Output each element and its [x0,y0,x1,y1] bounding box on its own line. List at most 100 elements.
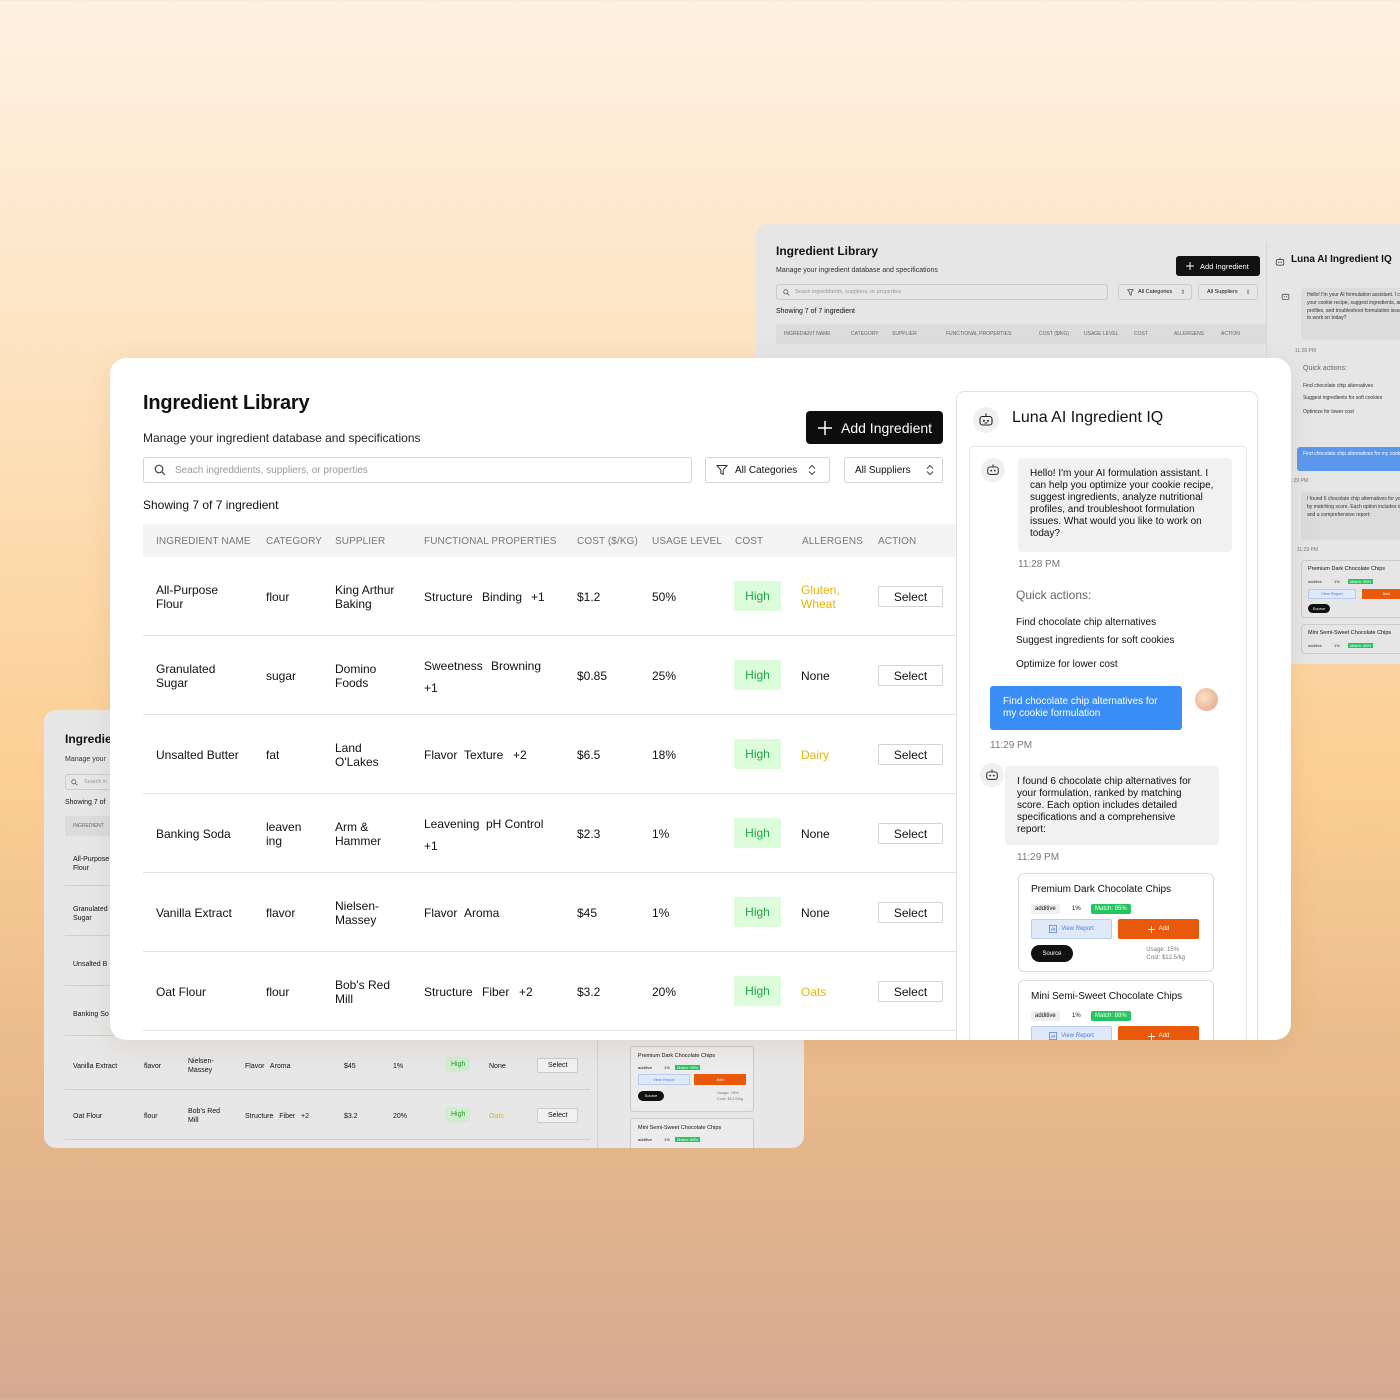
ingredient-name: Vanilla Extract [73,1063,118,1070]
bot-icon [980,763,1004,787]
bot-icon [1281,288,1290,306]
column-header-cost-per-kg: COST ($/KG) [577,536,638,547]
quick-action[interactable]: Find chocolate chip alternatives [1303,383,1373,389]
cost-per-kg: $3.2 [344,1113,358,1120]
product-category: additive [638,1065,652,1070]
source-button[interactable]: Source [1308,604,1330,613]
view-report-button[interactable]: View Report [1308,589,1356,599]
column-header: ALLERGENS [1174,331,1205,337]
column-header: INGREDIENT NAME [784,331,831,337]
add-button[interactable]: Add [1118,919,1199,939]
table-row: Vanilla Extract flavor Nielsen-Massey Fl… [143,873,957,952]
ingredient-name: Banking Soda [156,827,231,841]
select-button[interactable]: Select [878,902,943,923]
select-button[interactable]: Select [537,1108,579,1123]
property-tag: Structure [424,985,473,999]
search-input[interactable] [175,464,675,476]
select-button[interactable]: Select [878,823,943,844]
property-tag: Flavor [424,748,458,762]
usage-level: 25% [652,669,677,683]
property-tag: Binding [482,590,523,604]
match-badge: Match: 88% [1091,1011,1131,1021]
ai-chat-panel: Luna AI Ingredient IQ Hello! I'm your AI… [956,391,1258,1040]
column-header-properties: FUNCTIONAL PROPERTIES [424,536,557,547]
cost-level-badge: High [734,581,781,611]
supplier-filter[interactable]: All Suppliers ⇕ [1198,284,1258,300]
quick-actions-title: Quick actions: [1303,365,1347,372]
usage-level: 1% [393,1063,404,1070]
more-properties[interactable]: +1 [424,839,438,853]
chevron-updown-icon [926,464,934,476]
search-input[interactable]: Seach ingreddients, suppliers, or proper… [776,284,1108,300]
usage-level: 1% [652,906,670,920]
view-report-button[interactable]: View Report [638,1074,690,1085]
select-button[interactable]: Select [878,665,943,686]
select-button[interactable]: Select [878,981,943,1002]
column-header: COST [1134,331,1148,337]
cost-per-kg: $2.3 [577,827,601,841]
supplier-filter[interactable]: All Suppliers [844,457,943,483]
quick-action[interactable]: Suggest ingredients for soft cookies [1303,395,1382,401]
cost-level-badge: High [734,660,781,690]
add-button[interactable]: Add [1362,589,1400,599]
property-tag: Texture [464,748,504,762]
column-header: SUPPLIER [892,331,917,337]
product-card: Premium Dark Chocolate Chips additive 1%… [630,1046,754,1112]
supplier: Bob's Red Mill [188,1108,221,1124]
plus-icon [1186,262,1194,270]
select-button[interactable]: Select [878,586,943,607]
page-subtitle: Manage your ingredient database and spec… [776,267,938,274]
view-report-button[interactable]: View Report [1031,919,1112,939]
product-usage: 1% [1334,579,1340,584]
ingredient-name: Unsalted B [73,961,108,968]
search-icon [154,464,166,476]
match-badge: Match: 95% [675,1065,701,1070]
cost-level-badge: High [734,739,781,769]
cost-level-badge: High [446,1107,471,1122]
add-ingredient-button[interactable]: Add Ingredient [1176,256,1260,276]
quick-action[interactable]: Optimize for lower cost [1303,409,1354,415]
quick-action-soft-cookies[interactable]: Suggest ingredients for soft cookies [1016,635,1174,646]
cost-level-badge: High [734,976,781,1006]
view-report-button[interactable]: View Report [1031,1026,1112,1040]
assistant-message: I found 6 chocolate chip alternatives fo… [1005,766,1219,845]
product-category: additive [1308,579,1322,584]
add-button[interactable]: Add [694,1074,746,1085]
plus-icon [818,420,832,435]
more-properties[interactable]: +1 [424,681,438,695]
table-row: Banking Soda leaven ing Arm & Hammer Lea… [143,794,957,873]
select-button[interactable]: Select [878,744,943,765]
timestamp: 11:29 PM [990,740,1033,751]
category: flour [144,1113,158,1120]
search-field[interactable] [143,457,692,483]
more-properties[interactable]: +1 [531,590,545,604]
ingredient-name: Banking So [73,1011,109,1018]
column-header-action: ACTION [878,536,917,547]
source-button[interactable]: Source [638,1091,664,1101]
match-badge: Match: 88% [1348,643,1374,648]
quick-action-chocolate[interactable]: Find chocolate chip alternatives [1016,617,1156,628]
add-button[interactable]: Add [1118,1026,1199,1040]
allergens: Dairy [801,748,830,762]
usage-level: 20% [652,985,677,999]
more-properties[interactable]: +2 [513,748,527,762]
property-tag: Leavening [424,817,480,831]
category-filter[interactable]: All Categories ⇕ [1118,284,1192,300]
page-title: Ingredient Library [143,392,310,414]
chart-icon [1049,1032,1058,1040]
category-filter[interactable]: All Categories [705,457,830,483]
column-header: ACTION [1221,331,1240,337]
source-button[interactable]: Source [1031,945,1073,962]
select-button[interactable]: Select [537,1058,579,1073]
cost-level-badge: High [734,818,781,848]
add-label: Add [1158,1033,1170,1039]
ingredient-name: Vanilla Extract [156,906,232,920]
add-ingredient-button[interactable]: Add Ingredient [806,411,943,444]
column-header-usage: USAGE LEVEL [652,536,723,547]
allergens: None [489,1063,506,1070]
supplier: Land O'Lakes [335,741,379,769]
product-category: additive [1031,1011,1060,1021]
more-properties[interactable]: +2 [519,985,533,999]
quick-action-lower-cost[interactable]: Optimize for lower cost [1016,659,1118,670]
property-tag: Aroma [464,906,500,920]
